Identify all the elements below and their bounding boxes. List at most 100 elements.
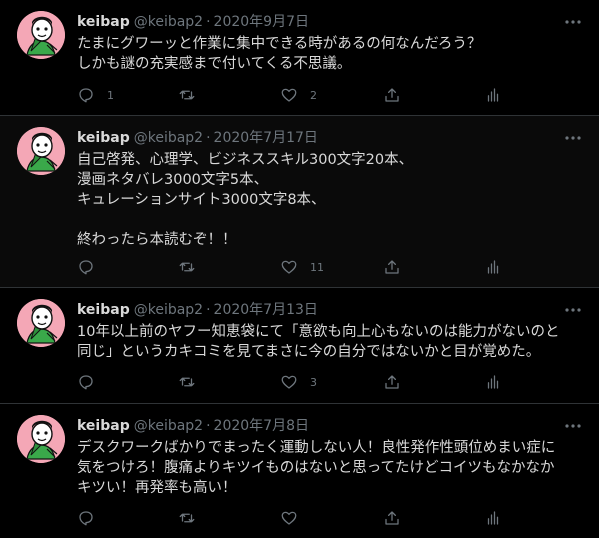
tweet-text-line: 同じ」というカキコミを見てまさに今の自分ではないかと目が覚めた。 bbox=[77, 344, 541, 360]
tweet-header: keibap @keibap2 · 2020年7月8日 bbox=[77, 416, 309, 436]
reply-button[interactable] bbox=[77, 508, 107, 528]
tweet-header: keibap @keibap2 · 2020年7月13日 bbox=[77, 300, 318, 320]
retweet-icon bbox=[179, 377, 195, 387]
tweet-text-line: キュレーションサイト3000文字8本、 bbox=[77, 192, 326, 208]
action-bar bbox=[77, 508, 517, 528]
retweet-button[interactable] bbox=[178, 85, 208, 105]
separator-dot: · bbox=[206, 418, 211, 434]
like-count: 11 bbox=[310, 260, 324, 274]
reply-button[interactable]: 1 bbox=[77, 85, 114, 105]
reply-button[interactable] bbox=[77, 372, 107, 392]
share-icon bbox=[385, 375, 399, 389]
analytics-icon bbox=[487, 375, 499, 389]
heart-icon bbox=[281, 260, 297, 274]
action-bar: 11 bbox=[77, 257, 517, 277]
tweet[interactable]: keibap @keibap2 · 2020年7月8日 デスクワークばかりでまったく運… bbox=[0, 404, 599, 538]
display-name[interactable]: keibap bbox=[77, 418, 130, 434]
share-button[interactable] bbox=[383, 85, 401, 105]
share-icon bbox=[385, 511, 399, 525]
tweet-text: 10年以上前のヤフー知恵袋にて「意欲も向上心もないのは能力がないのと 同じ」とい… bbox=[77, 322, 582, 362]
tweet-text-line: たまにグワーッと作業に集中できる時があるの何なんだろう？ bbox=[77, 36, 482, 52]
retweet-button[interactable] bbox=[178, 508, 208, 528]
action-bar: 3 bbox=[77, 372, 517, 392]
heart-icon bbox=[281, 88, 297, 102]
tweet[interactable]: keibap @keibap2 · 2020年9月7日 たまにグワーッと作業に集中でき… bbox=[0, 0, 599, 116]
tweet-text: 自己啓発、心理学、ビジネススキル300文字20本、 漫画ネタバレ3000文字5本… bbox=[77, 150, 582, 250]
user-handle[interactable]: @keibap2 bbox=[134, 418, 203, 434]
retweet-button[interactable] bbox=[178, 372, 208, 392]
separator-dot: · bbox=[206, 130, 211, 146]
reply-icon bbox=[79, 88, 93, 103]
retweet-icon bbox=[179, 262, 195, 272]
avatar[interactable] bbox=[17, 299, 65, 347]
reply-count: 1 bbox=[107, 88, 114, 102]
like-button[interactable]: 11 bbox=[280, 257, 324, 277]
share-button[interactable] bbox=[383, 508, 401, 528]
separator-dot: · bbox=[206, 302, 211, 318]
tweet-text-line: 漫画ネタバレ3000文字5本、 bbox=[77, 172, 269, 188]
tweet-date[interactable]: 2020年7月8日 bbox=[214, 418, 309, 434]
tweet-header: keibap @keibap2 · 2020年9月7日 bbox=[77, 12, 309, 32]
tweet-date[interactable]: 2020年9月7日 bbox=[214, 14, 309, 30]
user-handle[interactable]: @keibap2 bbox=[134, 130, 203, 146]
reply-button[interactable] bbox=[77, 257, 107, 277]
display-name[interactable]: keibap bbox=[77, 130, 130, 146]
share-icon bbox=[385, 260, 399, 274]
avatar-image bbox=[17, 299, 65, 347]
share-button[interactable] bbox=[383, 257, 401, 277]
tweet-text: デスクワークばかりでまったく運動しない人！良性発作性頭位めまい症に 気をつけろ！… bbox=[77, 438, 582, 498]
retweet-icon bbox=[179, 90, 195, 100]
like-button[interactable]: 3 bbox=[280, 372, 317, 392]
tweet-header: keibap @keibap2 · 2020年7月17日 bbox=[77, 128, 318, 148]
analytics-icon bbox=[487, 260, 499, 274]
avatar-image bbox=[17, 415, 65, 463]
tweet-text-line: 10年以上前のヤフー知恵袋にて「意欲も向上心もないのは能力がないのと bbox=[77, 324, 560, 340]
more-icon[interactable] bbox=[563, 416, 583, 436]
retweet-icon bbox=[179, 513, 195, 523]
avatar[interactable] bbox=[17, 11, 65, 59]
like-count: 3 bbox=[310, 375, 317, 389]
tweet-text-line: キツい！再発率も高い！ bbox=[77, 480, 237, 496]
like-button[interactable] bbox=[280, 508, 310, 528]
analytics-button[interactable] bbox=[484, 85, 502, 105]
avatar[interactable] bbox=[17, 415, 65, 463]
more-icon[interactable] bbox=[563, 128, 583, 148]
tweet-text-line: 終わったら本読むぞ！！ bbox=[77, 232, 237, 248]
tweet-date[interactable]: 2020年7月17日 bbox=[214, 130, 318, 146]
heart-icon bbox=[281, 511, 297, 525]
like-button[interactable]: 2 bbox=[280, 85, 317, 105]
share-icon bbox=[385, 88, 399, 102]
user-handle[interactable]: @keibap2 bbox=[134, 14, 203, 30]
analytics-icon bbox=[487, 88, 499, 102]
reply-icon bbox=[79, 511, 93, 526]
tweet-text-line: 気をつけろ！腹痛よりキツイものはないと思ってたけどコイツもなかなか bbox=[77, 460, 555, 476]
like-count: 2 bbox=[310, 88, 317, 102]
analytics-button[interactable] bbox=[484, 372, 502, 392]
tweet-text-line: しかも謎の充実感まで付いてくる不思議。 bbox=[77, 56, 352, 72]
timeline: keibap @keibap2 · 2020年9月7日 たまにグワーッと作業に集中でき… bbox=[0, 0, 599, 538]
tweet-text-line: 自己啓発、心理学、ビジネススキル300文字20本、 bbox=[77, 152, 414, 168]
avatar-image bbox=[17, 127, 65, 175]
tweet[interactable]: keibap @keibap2 · 2020年7月17日 自己啓発、心理学、ビジネスス… bbox=[0, 116, 599, 288]
share-button[interactable] bbox=[383, 372, 401, 392]
tweet-date[interactable]: 2020年7月13日 bbox=[214, 302, 318, 318]
analytics-button[interactable] bbox=[484, 508, 502, 528]
display-name[interactable]: keibap bbox=[77, 14, 130, 30]
reply-icon bbox=[79, 375, 93, 390]
tweet-text-line: デスクワークばかりでまったく運動しない人！良性発作性頭位めまい症に bbox=[77, 440, 556, 456]
more-icon[interactable] bbox=[563, 300, 583, 320]
retweet-button[interactable] bbox=[178, 257, 208, 277]
action-bar: 1 2 bbox=[77, 85, 517, 105]
avatar[interactable] bbox=[17, 127, 65, 175]
tweet[interactable]: keibap @keibap2 · 2020年7月13日 10年以上前のヤフー知恵袋に… bbox=[0, 288, 599, 404]
display-name[interactable]: keibap bbox=[77, 302, 130, 318]
heart-icon bbox=[281, 375, 297, 389]
analytics-button[interactable] bbox=[484, 257, 502, 277]
tweet-text: たまにグワーッと作業に集中できる時があるの何なんだろう？ しかも謎の充実感まで付… bbox=[77, 34, 582, 74]
more-icon[interactable] bbox=[563, 12, 583, 32]
avatar-image bbox=[17, 11, 65, 59]
tweet-text-line bbox=[77, 210, 582, 230]
reply-icon bbox=[79, 260, 93, 275]
analytics-icon bbox=[487, 511, 499, 525]
user-handle[interactable]: @keibap2 bbox=[134, 302, 203, 318]
